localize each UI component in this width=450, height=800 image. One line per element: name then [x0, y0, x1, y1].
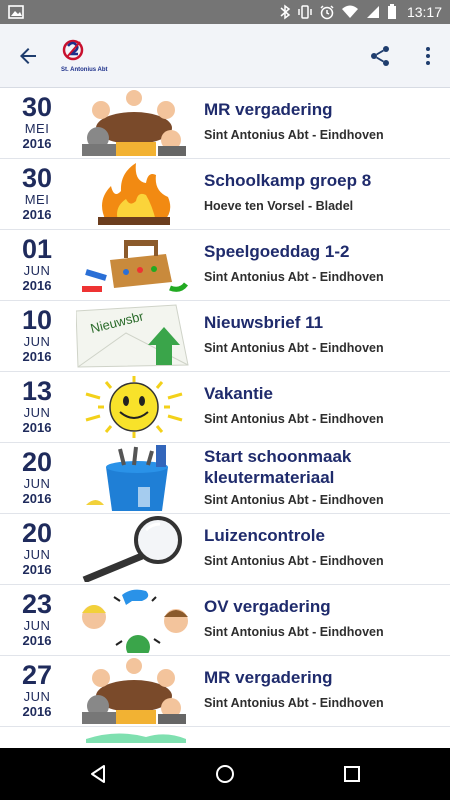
fire-thumbnail [76, 161, 192, 227]
alarm-icon [320, 5, 334, 20]
event-day: 10 [21, 305, 53, 335]
signal-icon [366, 6, 379, 18]
list-item[interactable]: 13 JUN 2016 Vakantie Sint Antonius Abt -… [0, 372, 450, 443]
event-date: 10 JUN 2016 [0, 301, 74, 371]
image-icon [8, 5, 24, 19]
event-year: 2016 [22, 420, 52, 435]
back-arrow-icon[interactable] [16, 44, 40, 68]
event-title: Nieuwsbrief 11 [204, 313, 324, 332]
list-item-partial[interactable] [0, 727, 450, 748]
event-day: 20 [21, 518, 53, 548]
list-item[interactable]: 10 JUN 2016 Nieuwsbr Nieuwsbrief 11 Sint… [0, 301, 450, 372]
list-item[interactable]: 30 MEI 2016 MR vergadering Sint Antonius… [0, 88, 450, 159]
event-list[interactable]: 30 MEI 2016 MR vergadering Sint Antonius… [0, 88, 450, 748]
event-year: 2016 [22, 491, 52, 506]
event-day: 30 [21, 92, 53, 122]
logo-text: St. Antonius Abt [61, 67, 108, 73]
event-date: 13 JUN 2016 [0, 372, 74, 442]
sun-thumbnail [76, 374, 192, 440]
event-date: 30 MEI 2016 [0, 88, 74, 158]
event-title: Schoolkamp groep 8 [204, 171, 372, 190]
event-location: Sint Antonius Abt - Eindhoven [204, 341, 384, 355]
event-date: 30 MEI 2016 [0, 159, 74, 229]
event-month: JUN [23, 334, 51, 349]
event-title: MR vergadering [204, 668, 333, 687]
event-title: Start schoonmaak kleutermateriaal [204, 447, 352, 487]
event-day: 01 [21, 234, 53, 264]
system-nav-bar [0, 748, 450, 800]
more-vert-icon[interactable] [416, 44, 440, 68]
event-location: Sint Antonius Abt - Eindhoven [204, 128, 384, 142]
event-year: 2016 [22, 633, 52, 648]
list-item[interactable]: 27 JUN 2016 MR vergadering Sint Antonius… [0, 656, 450, 727]
event-title: Luizencontrole [204, 526, 325, 545]
event-day: 23 [21, 589, 53, 619]
event-month: JUN [23, 689, 51, 704]
vibrate-icon [298, 5, 312, 19]
event-location: Sint Antonius Abt - Eindhoven [204, 625, 384, 639]
meeting-thumbnail [76, 658, 192, 724]
nav-recent-icon[interactable] [340, 762, 364, 786]
nav-back-icon[interactable] [86, 762, 110, 786]
share-icon[interactable] [368, 44, 392, 68]
event-date: 20 JUN 2016 [0, 514, 74, 584]
event-date: 01 JUN 2016 [0, 230, 74, 300]
event-day: 13 [21, 376, 53, 406]
event-location: Sint Antonius Abt - Eindhoven [204, 412, 384, 426]
event-year: 2016 [22, 207, 52, 222]
event-date: 20 JUN 2016 [0, 443, 74, 513]
list-item[interactable]: 20 JUN 2016 Start schoonmaak kleutermate… [0, 443, 450, 514]
event-month: JUN [23, 476, 51, 491]
meeting-thumbnail [76, 90, 192, 156]
event-day: 27 [21, 660, 53, 690]
event-year: 2016 [22, 562, 52, 577]
event-month: JUN [23, 547, 51, 562]
newsletter-thumbnail: Nieuwsbr [76, 303, 192, 369]
magnifier-thumbnail [76, 516, 192, 582]
event-year: 2016 [22, 136, 52, 151]
school-logo: St. Antonius Abt [60, 38, 110, 76]
event-location: Sint Antonius Abt - Eindhoven [204, 696, 384, 710]
event-year: 2016 [22, 349, 52, 364]
event-month: JUN [23, 618, 51, 633]
chat-thumbnail [76, 587, 192, 653]
partial-thumbnail [76, 729, 192, 748]
event-date: 27 JUN 2016 [0, 656, 74, 726]
event-date: 23 JUN 2016 [0, 585, 74, 655]
status-bar: 13:17 [0, 0, 450, 24]
event-year: 2016 [22, 704, 52, 719]
list-item[interactable]: 30 MEI 2016 Schoolkamp groep 8 Hoeve ten… [0, 159, 450, 230]
nav-home-icon[interactable] [213, 762, 237, 786]
toolbox-thumbnail [76, 232, 192, 298]
event-location: Hoeve ten Vorsel - Bladel [204, 199, 354, 213]
clock: 13:17 [406, 4, 442, 20]
battery-icon [387, 4, 396, 19]
app-bar: St. Antonius Abt [0, 24, 450, 88]
event-location: Sint Antonius Abt - Eindhoven [204, 493, 384, 507]
bluetooth-icon [280, 4, 291, 20]
event-location: Sint Antonius Abt - Eindhoven [204, 270, 384, 284]
list-item[interactable]: 01 JUN 2016 Speelgoeddag 1-2 Sint Antoni… [0, 230, 450, 301]
event-month: MEI [24, 192, 50, 207]
event-day: 20 [21, 447, 53, 477]
event-year: 2016 [22, 278, 52, 293]
event-title: OV vergadering [204, 597, 331, 616]
event-month: JUN [23, 405, 51, 420]
event-day: 30 [21, 163, 53, 193]
wifi-icon [341, 5, 358, 18]
event-title: MR vergadering [204, 100, 333, 119]
event-month: MEI [24, 121, 50, 136]
event-month: JUN [23, 263, 51, 278]
list-item[interactable]: 20 JUN 2016 Luizencontrole Sint Antonius… [0, 514, 450, 585]
list-item[interactable]: 23 JUN 2016 OV vergadering Sint Antonius… [0, 585, 450, 656]
bucket-thumbnail [76, 445, 192, 511]
event-location: Sint Antonius Abt - Eindhoven [204, 554, 384, 568]
event-title: Speelgoeddag 1-2 [204, 242, 350, 261]
event-title: Vakantie [204, 384, 273, 403]
